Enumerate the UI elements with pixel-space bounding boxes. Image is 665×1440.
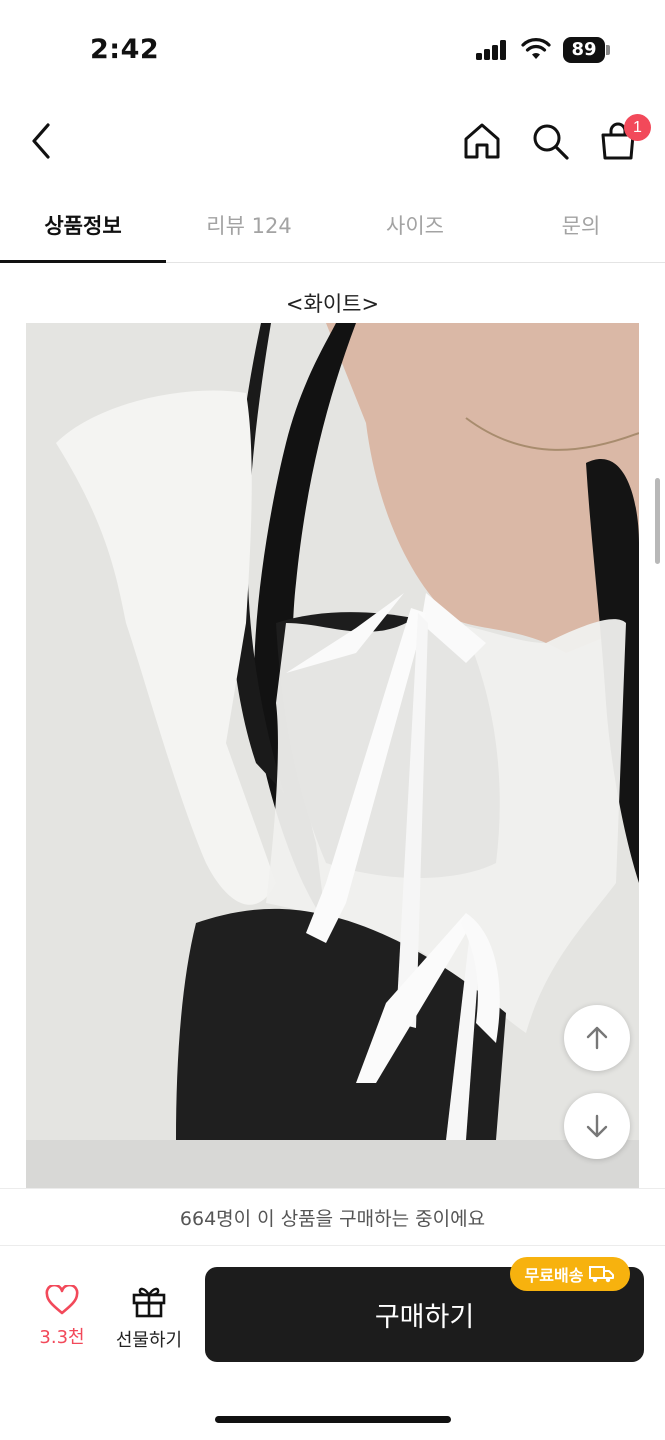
gift-icon	[132, 1287, 166, 1318]
buy-button-label: 구매하기	[374, 1302, 475, 1333]
tab-size[interactable]: 사이즈	[332, 188, 498, 262]
battery-indicator: 89	[563, 37, 605, 63]
status-time: 2:42	[90, 34, 160, 65]
free-shipping-badge: 무료배송	[510, 1257, 630, 1291]
scroll-down-button[interactable]	[564, 1093, 630, 1159]
heart-icon	[45, 1283, 79, 1315]
tab-product-info[interactable]: 상품정보	[0, 188, 166, 263]
cellular-signal-icon	[476, 40, 508, 60]
free-shipping-label: 무료배송	[524, 1266, 584, 1285]
wifi-icon	[521, 38, 551, 59]
battery-cap	[606, 45, 610, 55]
scroll-up-button[interactable]	[564, 1005, 630, 1071]
home-button[interactable]	[460, 120, 504, 162]
buyers-count-notice: 664명이 이 상품을 구매하는 중이에요	[0, 1188, 665, 1246]
next-product-photo	[26, 1140, 639, 1190]
search-button[interactable]	[528, 120, 572, 162]
product-photo	[26, 323, 639, 1140]
tab-reviews[interactable]: 리뷰 124	[166, 188, 332, 262]
color-option-label: <화이트>	[285, 292, 380, 316]
page-scrollbar[interactable]	[655, 478, 660, 564]
back-button[interactable]	[24, 120, 58, 162]
gift-label: 선물하기	[115, 1330, 183, 1351]
tab-inquiry[interactable]: 문의	[498, 188, 664, 262]
like-count: 3.3천	[39, 1327, 85, 1348]
search-icon	[533, 124, 569, 160]
gift-button[interactable]: 선물하기	[108, 1284, 190, 1352]
arrow-down-icon	[586, 1114, 608, 1138]
delivery-truck-icon	[589, 1266, 615, 1283]
like-button[interactable]: 3.3천	[30, 1283, 94, 1349]
home-icon	[464, 123, 500, 159]
arrow-up-icon	[586, 1026, 608, 1050]
home-indicator[interactable]	[215, 1416, 451, 1423]
product-tabs: 상품정보 리뷰 124 사이즈 문의	[0, 188, 665, 263]
top-navigation	[0, 100, 665, 182]
cart-count-badge: 1	[624, 114, 651, 141]
chevron-left-icon	[32, 123, 50, 159]
status-bar: 2:42 89	[0, 0, 665, 100]
